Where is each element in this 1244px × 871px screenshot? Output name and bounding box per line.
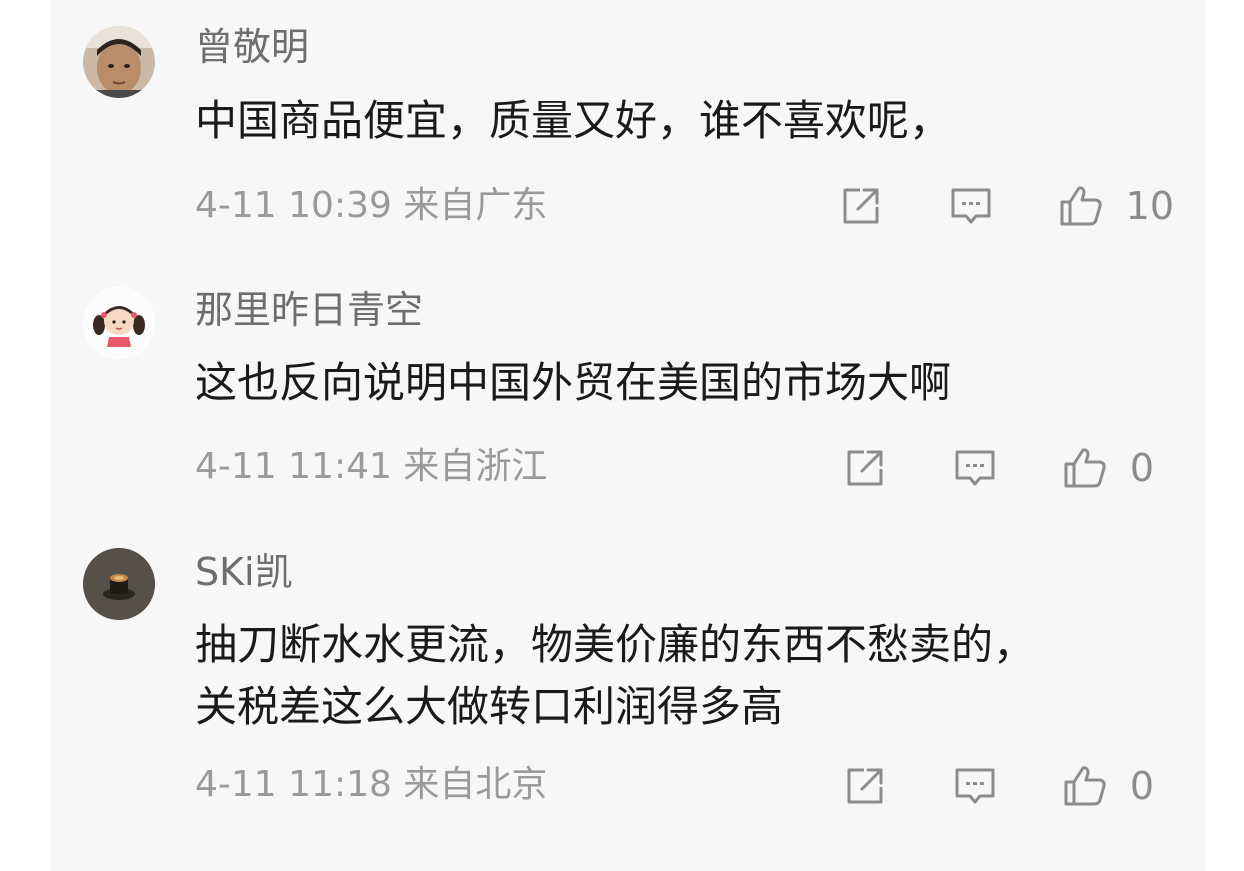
share-icon[interactable] [842, 763, 888, 809]
comment-actions: 0 [842, 444, 1154, 492]
thumbs-up-icon [1058, 183, 1104, 229]
like-button[interactable]: 0 [1062, 445, 1154, 491]
comment-text: 这也反向说明中国外贸在美国的市场大啊 [195, 358, 952, 407]
comment-meta: 4-11 11:41 来自浙江 [195, 446, 548, 487]
username[interactable]: SKi凯 [195, 553, 293, 591]
coffee-cup-avatar-icon [83, 548, 155, 620]
comment-meta: 4-11 11:18 来自北京 [195, 764, 548, 805]
comment-text: 抽刀断水水更流，物美价廉的东西不愁卖的， 关税差这么大做转口利润得多高 [195, 620, 1036, 731]
like-count: 0 [1129, 446, 1154, 490]
comment-list: 曾敬明 中国商品便宜，质量又好，谁不喜欢呢， 4-11 10:39 来自广东 1… [50, 0, 1206, 871]
share-icon[interactable] [838, 183, 884, 229]
avatar[interactable] [83, 26, 155, 98]
avatar[interactable] [83, 287, 155, 359]
cartoon-girl-avatar-icon [83, 287, 155, 359]
like-count: 0 [1129, 764, 1154, 808]
username[interactable]: 曾敬明 [195, 28, 309, 66]
comment-actions: 0 [842, 762, 1154, 810]
comment-icon[interactable] [948, 183, 994, 229]
like-count: 10 [1125, 184, 1174, 228]
like-button[interactable]: 10 [1058, 183, 1174, 229]
like-button[interactable]: 0 [1062, 763, 1154, 809]
man-photo-avatar-icon [83, 26, 155, 98]
comment-icon[interactable] [952, 445, 998, 491]
comment-icon[interactable] [952, 763, 998, 809]
thumbs-up-icon [1062, 763, 1108, 809]
comment-meta: 4-11 10:39 来自广东 [195, 185, 548, 226]
username[interactable]: 那里昨日青空 [195, 291, 423, 329]
share-icon[interactable] [842, 445, 888, 491]
comment-actions: 10 [838, 182, 1174, 230]
thumbs-up-icon [1062, 445, 1108, 491]
comment-text: 中国商品便宜，质量又好，谁不喜欢呢， [195, 96, 952, 145]
avatar[interactable] [83, 548, 155, 620]
